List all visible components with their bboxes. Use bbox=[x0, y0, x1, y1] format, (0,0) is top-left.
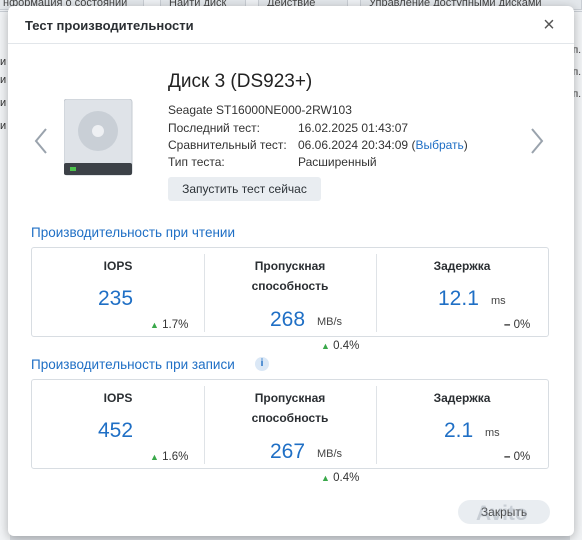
disk-model: Seagate ST16000NE000-2RW103 bbox=[168, 103, 352, 117]
read-latency-value: 12.1 bbox=[438, 287, 479, 310]
triangle-up-icon: ▲ bbox=[150, 320, 159, 330]
chevron-right-icon[interactable] bbox=[528, 126, 546, 156]
triangle-up-icon: ▲ bbox=[321, 341, 330, 351]
compare-test-value: 06.06.2024 20:34:09 (Выбрать) bbox=[298, 138, 468, 152]
compare-test-date: 06.06.2024 20:34:09 ( bbox=[298, 138, 416, 152]
triangle-up-icon: ▲ bbox=[321, 473, 330, 483]
write-throughput-delta: ▲ 0.4% bbox=[321, 472, 359, 484]
write-latency-delta-value: 0% bbox=[513, 451, 531, 463]
select-compare-link[interactable]: Выбрать bbox=[415, 138, 463, 152]
dialog-titlebar: Тест производительности × bbox=[8, 6, 574, 44]
read-iops-label: IOPS bbox=[103, 259, 133, 273]
read-throughput-label: Пропускная способность bbox=[204, 256, 376, 296]
read-throughput-value: 268 bbox=[270, 308, 306, 331]
close-icon[interactable]: × bbox=[538, 14, 560, 36]
run-test-now-button[interactable]: Запустить тест сейчас bbox=[168, 177, 321, 201]
dash-icon: – bbox=[504, 319, 511, 331]
write-performance-panel: IOPS 452 ▲ 1.6% Пропускная способность 26… bbox=[31, 379, 549, 469]
dash-icon: – bbox=[504, 451, 511, 463]
read-iops-delta: ▲ 1.7% bbox=[150, 319, 188, 331]
read-throughput-delta-value: 0.4% bbox=[333, 340, 360, 352]
write-iops-delta-value: 1.6% bbox=[162, 451, 189, 463]
read-throughput-label-line1: Пропускная bbox=[254, 259, 326, 273]
performance-test-dialog: Тест производительности × Диск 3 (DS923+… bbox=[8, 6, 574, 536]
read-latency-unit: ms bbox=[491, 295, 506, 307]
write-iops-value: 452 bbox=[98, 419, 134, 442]
background-row-text: и bbox=[0, 120, 7, 132]
read-throughput-label-line2: способность bbox=[251, 279, 329, 293]
background-row-text: и bbox=[0, 74, 7, 86]
read-throughput-unit: MB/s bbox=[317, 316, 343, 328]
read-iops-delta-value: 1.7% bbox=[162, 319, 189, 331]
test-type-value: Расширенный bbox=[298, 155, 377, 169]
write-iops-label: IOPS bbox=[103, 391, 133, 405]
write-performance-title: Производительность при записи bbox=[31, 357, 235, 372]
write-throughput-label-line1: Пропускная bbox=[254, 391, 326, 405]
avito-watermark: Avito bbox=[476, 502, 528, 525]
background-row-text: п. bbox=[572, 89, 581, 100]
compare-test-paren: ) bbox=[463, 138, 468, 152]
last-test-label: Последний тест: bbox=[168, 121, 260, 135]
info-icon[interactable]: i bbox=[255, 357, 269, 371]
read-latency-delta-value: 0% bbox=[513, 319, 531, 331]
compare-test-label: Сравнительный тест: bbox=[168, 138, 287, 152]
background-row-text: и bbox=[0, 56, 7, 68]
background-row-text: и bbox=[0, 97, 7, 109]
background-row-text: п. bbox=[572, 67, 581, 78]
write-latency-unit: ms bbox=[485, 427, 500, 439]
read-iops-value: 235 bbox=[98, 287, 134, 310]
read-throughput-delta: ▲ 0.4% bbox=[321, 340, 359, 352]
write-throughput-label: Пропускная способность bbox=[204, 388, 376, 428]
write-iops-delta: ▲ 1.6% bbox=[150, 451, 188, 463]
disk-name: Диск 3 (DS923+) bbox=[168, 71, 313, 92]
last-test-value: 16.02.2025 01:43:07 bbox=[298, 121, 409, 135]
hard-disk-icon bbox=[64, 99, 133, 176]
write-throughput-unit: MB/s bbox=[317, 448, 343, 460]
write-throughput-label-line2: способность bbox=[251, 411, 329, 425]
chevron-left-icon[interactable] bbox=[32, 126, 50, 156]
write-latency-delta: – 0% bbox=[504, 451, 530, 463]
dialog-title: Тест производительности bbox=[25, 18, 194, 33]
write-latency-value: 2.1 bbox=[444, 419, 474, 442]
test-type-label: Тип теста: bbox=[168, 155, 225, 169]
read-latency-label: Задержка bbox=[433, 259, 491, 273]
write-throughput-delta-value: 0.4% bbox=[333, 472, 360, 484]
read-performance-title: Производительность при чтении bbox=[31, 225, 236, 240]
write-latency-label: Задержка bbox=[433, 391, 491, 405]
read-performance-panel: IOPS 235 ▲ 1.7% Пропускная способность 26… bbox=[31, 247, 549, 337]
triangle-up-icon: ▲ bbox=[150, 452, 159, 462]
background-row-text: п. bbox=[572, 45, 581, 56]
write-throughput-value: 267 bbox=[270, 440, 306, 463]
read-latency-delta: – 0% bbox=[504, 319, 530, 331]
